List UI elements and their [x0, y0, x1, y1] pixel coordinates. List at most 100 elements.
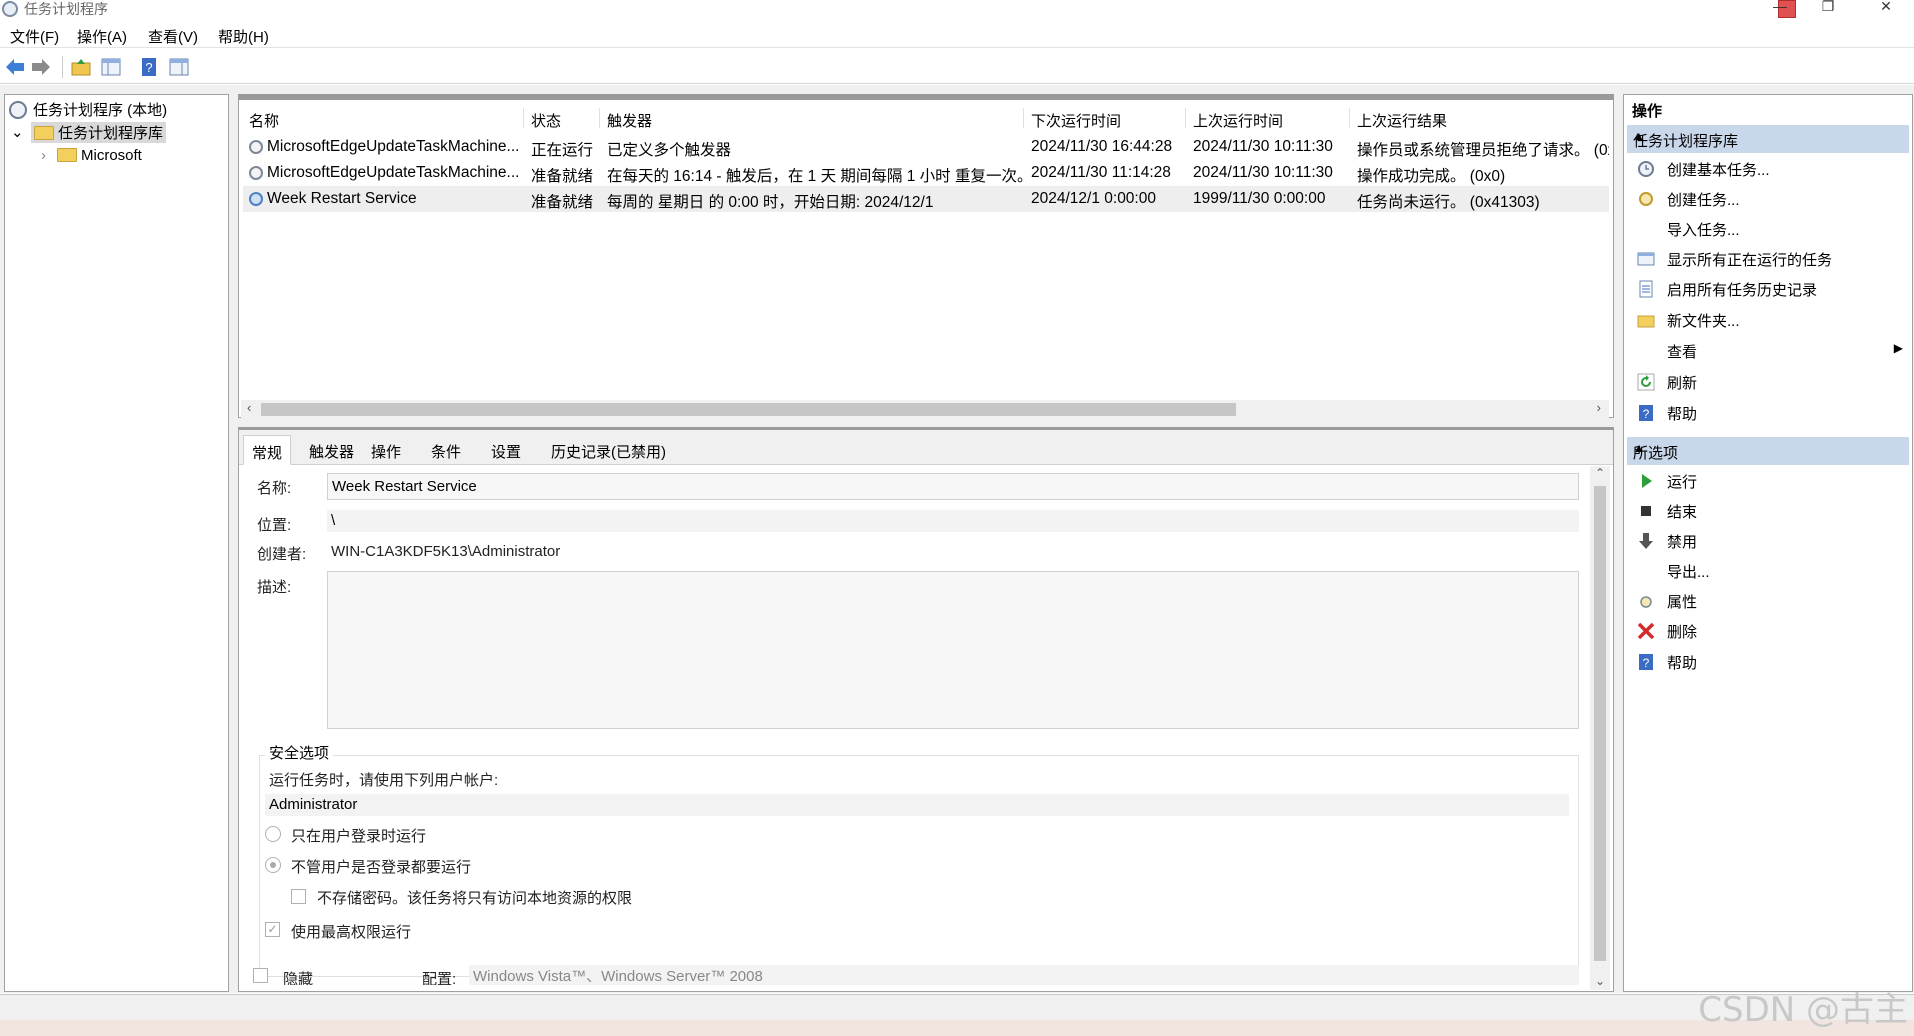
column-name[interactable]: 名称 [249, 110, 279, 131]
name-field[interactable]: Week Restart Service [327, 473, 1579, 500]
tab-actions[interactable]: 操作 [363, 435, 409, 465]
collapse-caret-icon[interactable]: ▲ [1633, 441, 1901, 455]
task-status: 准备就绪 [531, 194, 594, 211]
action-enable-history[interactable]: 启用所有任务历史记录 [1627, 275, 1909, 303]
action-label: 导出... [1667, 564, 1710, 581]
action-label: 属性 [1667, 594, 1698, 611]
column-separator[interactable] [1349, 108, 1350, 128]
tab-history[interactable]: 历史记录(已禁用) [543, 435, 674, 465]
scroll-down-arrow-icon[interactable]: ⌄ [1595, 974, 1605, 988]
scroll-right-arrow-icon[interactable]: › [1597, 400, 1601, 415]
checkbox-highest-privileges[interactable]: ✓ [265, 922, 280, 937]
minimize-button[interactable]: — [1760, 0, 1800, 18]
column-separator[interactable] [1023, 108, 1024, 128]
config-select[interactable]: Windows Vista™、Windows Server™ 2008 [469, 965, 1579, 985]
action-delete[interactable]: 删除 [1627, 617, 1909, 645]
radio-logged-on-only-label: 只在用户登录时运行 [291, 828, 427, 845]
section-selected-item[interactable]: 所选项 ▲ [1627, 437, 1909, 465]
description-field[interactable] [327, 571, 1579, 729]
tree-root[interactable]: 任务计划程序 (本地) [9, 99, 167, 120]
scroll-thumb[interactable] [261, 403, 1236, 416]
column-separator[interactable] [1185, 108, 1186, 128]
column-last-run[interactable]: 上次运行时间 [1193, 110, 1283, 131]
action-view[interactable]: 查看 ▶ [1627, 337, 1909, 365]
tree-expander[interactable]: ⌄ [11, 123, 24, 141]
column-status[interactable]: 状态 [531, 110, 561, 131]
action-properties[interactable]: 属性 [1627, 587, 1909, 615]
action-label: 运行 [1667, 474, 1698, 491]
close-button[interactable]: ✕ [1866, 0, 1906, 18]
action-new-folder[interactable]: 新文件夹... [1627, 306, 1909, 334]
scroll-thumb[interactable] [1594, 486, 1606, 961]
action-label: 删除 [1667, 624, 1698, 641]
tree-item-microsoft[interactable]: Microsoft [57, 147, 142, 164]
folder-clock-icon [34, 126, 54, 140]
up-folder-icon[interactable] [70, 56, 92, 78]
actions-pane-title: 操作 [1632, 103, 1663, 120]
history-log-icon [1639, 280, 1653, 298]
menu-action[interactable]: 操作(A) [77, 26, 127, 47]
properties-tabs: 常规 触发器 操作 条件 设置 历史记录(已禁用) [239, 430, 1613, 465]
run-as-prompt: 运行任务时，请使用下列用户帐户: [269, 772, 499, 789]
radio-run-whether-logged-on[interactable] [265, 857, 281, 873]
toolbar-separator [62, 56, 63, 78]
radio-logged-on-only[interactable] [265, 826, 281, 842]
vertical-scrollbar[interactable]: ⌃ ⌄ [1590, 466, 1610, 990]
toolbar: ? [0, 50, 1914, 84]
run-as-user-field: Administrator [265, 794, 1569, 816]
column-trigger[interactable]: 触发器 [607, 110, 652, 131]
task-row[interactable]: MicrosoftEdgeUpdateTaskMachine... 正在运行 已… [243, 134, 1609, 160]
action-disable[interactable]: 禁用 [1627, 527, 1909, 555]
tree-child-expander[interactable]: › [41, 147, 46, 164]
action-create-basic-task[interactable]: 创建基本任务... [1627, 155, 1909, 183]
action-show-running-tasks[interactable]: 显示所有正在运行的任务 [1627, 245, 1909, 273]
status-bar [0, 994, 1914, 1020]
tab-settings[interactable]: 设置 [483, 435, 529, 465]
action-label: 启用所有任务历史记录 [1667, 282, 1818, 299]
column-next-run[interactable]: 下次运行时间 [1031, 110, 1121, 131]
author-value: WIN-C1A3KDF5K13\Administrator [331, 543, 561, 560]
action-refresh[interactable]: 刷新 [1627, 368, 1909, 396]
tab-conditions[interactable]: 条件 [423, 435, 469, 465]
action-import-task[interactable]: 导入任务... [1627, 215, 1909, 243]
svg-text:?: ? [1643, 407, 1650, 421]
maximize-button[interactable]: ❐ [1808, 0, 1848, 18]
show-hide-console-tree-icon[interactable] [100, 56, 122, 78]
checkbox-no-store-password-label: 不存储密码。该任务将只有访问本地资源的权限 [317, 890, 633, 907]
horizontal-scrollbar[interactable]: ‹ › [241, 400, 1609, 418]
back-arrow-icon[interactable] [4, 56, 26, 78]
action-label: 帮助 [1667, 406, 1698, 423]
column-separator[interactable] [523, 108, 524, 128]
help-book-icon[interactable]: ? [138, 56, 160, 78]
column-last-result[interactable]: 上次运行结果 [1357, 110, 1447, 131]
menu-view[interactable]: 查看(V) [148, 26, 198, 47]
new-folder-icon [1637, 315, 1655, 328]
scroll-left-arrow-icon[interactable]: ‹ [247, 400, 251, 415]
action-export[interactable]: 导出... [1627, 557, 1909, 585]
action-help[interactable]: ? 帮助 [1627, 399, 1909, 427]
forward-arrow-icon[interactable] [30, 56, 52, 78]
menu-help[interactable]: 帮助(H) [218, 26, 269, 47]
action-end[interactable]: 结束 [1627, 497, 1909, 525]
show-hide-action-pane-icon[interactable] [168, 56, 190, 78]
action-create-task[interactable]: 创建任务... [1627, 185, 1909, 213]
checkbox-no-store-password[interactable] [291, 889, 306, 904]
section-task-library[interactable]: 任务计划程序库 ▲ [1627, 125, 1909, 153]
tab-general[interactable]: 常规 [243, 435, 292, 465]
hidden-label: 隐藏 [283, 971, 314, 985]
tree-item-task-library[interactable]: 任务计划程序库 [31, 122, 167, 143]
action-label: 显示所有正在运行的任务 [1667, 252, 1833, 269]
scroll-up-arrow-icon[interactable]: ⌃ [1595, 466, 1605, 480]
column-separator[interactable] [599, 108, 600, 128]
task-row[interactable]: MicrosoftEdgeUpdateTaskMachine... 准备就绪 在… [243, 160, 1609, 186]
tab-triggers[interactable]: 触发器 [301, 435, 362, 465]
task-row-selected[interactable]: Week Restart Service 准备就绪 每周的 星期日 的 0:00… [243, 186, 1609, 212]
action-help-selected[interactable]: ? 帮助 [1627, 648, 1909, 676]
clock-icon [9, 101, 27, 119]
action-run[interactable]: 运行 [1627, 467, 1909, 495]
name-label: 名称: [257, 480, 292, 497]
checkbox-hidden[interactable] [253, 968, 268, 983]
menu-file[interactable]: 文件(F) [10, 26, 59, 47]
collapse-caret-icon[interactable]: ▲ [1633, 129, 1901, 143]
task-last-run: 1999/11/30 0:00:00 [1193, 190, 1326, 207]
